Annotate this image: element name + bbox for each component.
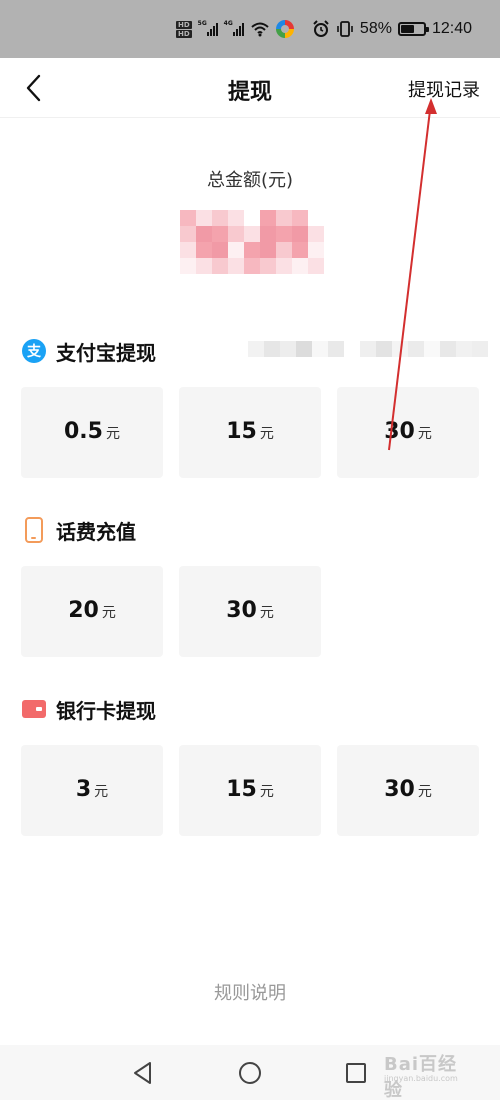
network-type-label: 4G xyxy=(223,20,233,27)
option-amount: 3 xyxy=(75,777,92,802)
bank-option-15[interactable]: 15 元 xyxy=(179,745,321,836)
option-amount: 30 xyxy=(226,598,257,623)
option-unit: 元 xyxy=(417,426,432,442)
section-alipay-header: 支 支付宝提现 xyxy=(22,336,156,366)
clock: 12:40 xyxy=(431,20,472,37)
total-amount-label: 总金额(元) xyxy=(206,170,294,191)
bank-option-3[interactable]: 3元 xyxy=(21,745,163,836)
bank-option-30[interactable]: 30 元 xyxy=(337,745,479,836)
withdraw-record-link[interactable]: 提现记录 xyxy=(408,76,480,102)
total-amount-pixelated xyxy=(180,210,325,274)
option-unit: 元 xyxy=(259,605,274,621)
option-unit: 元 xyxy=(259,426,274,442)
phone-icon xyxy=(25,517,43,543)
wifi-icon xyxy=(251,22,269,37)
bank-card-icon xyxy=(22,700,46,718)
watermark-url: jingyan.baidu.com xyxy=(384,1074,458,1083)
annotation-arrow xyxy=(388,98,437,451)
nav-home-icon[interactable] xyxy=(237,1060,263,1086)
option-amount: 0.5 xyxy=(64,419,103,444)
nav-recents-icon[interactable] xyxy=(343,1060,369,1086)
signal-4g-icon: 4G xyxy=(223,20,244,36)
hd-label: HD xyxy=(176,20,192,29)
section-phone-header: 话费充值 xyxy=(22,515,136,545)
option-amount: 15 xyxy=(226,419,257,444)
watermark-logo: Bai百经验 jingyan.baidu.com xyxy=(384,1046,474,1100)
option-amount: 20 xyxy=(68,598,99,623)
section-title: 银行卡提现 xyxy=(56,698,156,723)
hd-label: HD xyxy=(176,29,192,38)
alipay-option-15[interactable]: 15 元 xyxy=(179,387,321,478)
alipay-option-30[interactable]: 30 元 xyxy=(337,387,479,478)
option-unit: 元 xyxy=(259,784,274,800)
option-unit: 元 xyxy=(101,605,116,621)
network-type-label: 5G xyxy=(197,20,207,27)
option-unit: 元 xyxy=(105,426,120,442)
status-right: 58% 12:40 xyxy=(312,18,472,40)
phone-option-20[interactable]: 20 元 xyxy=(21,566,163,657)
signal-5g-icon: 5G xyxy=(197,20,218,36)
alarm-icon xyxy=(313,20,329,37)
vibrate-icon xyxy=(337,21,353,37)
app-notification-icon xyxy=(275,20,294,38)
section-title: 话费充值 xyxy=(56,519,136,544)
hd-indicator: HD HD xyxy=(176,20,192,38)
section-title: 支付宝提现 xyxy=(56,340,156,365)
battery-level-fill xyxy=(400,25,414,33)
option-amount: 30 xyxy=(384,419,415,444)
battery-icon xyxy=(397,22,429,36)
section-bank-header: 银行卡提现 xyxy=(22,694,156,724)
phone-option-30[interactable]: 30 元 xyxy=(179,566,321,657)
option-unit: 元 xyxy=(94,784,109,800)
option-amount: 15 xyxy=(226,777,257,802)
option-amount: 30 xyxy=(384,777,415,802)
rules-link[interactable]: 规则说明 xyxy=(0,979,500,1005)
alipay-option-0.5[interactable]: 0.5 元 xyxy=(21,387,163,478)
account-info-pixelated xyxy=(248,341,488,357)
battery-percent: 58% xyxy=(359,20,392,37)
status-left: HD HD 5G 4G xyxy=(176,18,294,40)
alipay-icon: 支 xyxy=(22,339,46,363)
nav-back-icon[interactable] xyxy=(130,1060,156,1086)
option-unit: 元 xyxy=(417,784,432,800)
header-bar: 提现 提现记录 xyxy=(0,58,500,118)
status-bar: HD HD 5G 4G 58% 12:40 xyxy=(0,0,500,58)
